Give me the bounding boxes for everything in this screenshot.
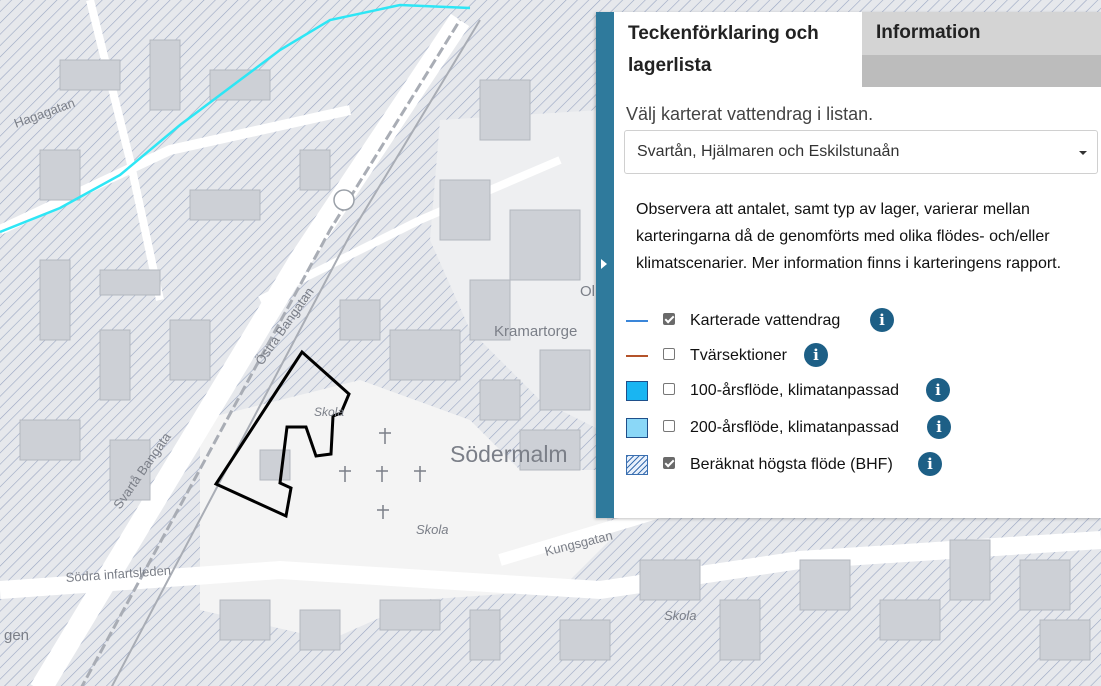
info-note: Observera att antalet, samt typ av lager… [636,201,1062,272]
layer-checkbox[interactable] [663,383,675,395]
line-symbol-icon [626,320,648,322]
map-label-ol: Ol [580,283,595,300]
map-label-kramartorget: Kramartorge [494,323,577,340]
fill-symbol-icon [626,418,648,438]
tab-legend[interactable]: Teckenförklaring och lagerlista [614,12,862,87]
layer-label: Karterade vattendrag [690,312,841,329]
select-label: Välj karterat vattendrag i listan. [626,104,874,124]
caret-down-icon [1079,151,1087,155]
select-value: Svartån, Hjälmaren och Eskilstunaån [637,143,900,160]
info-icon[interactable]: i [927,415,951,439]
map-label-skola: Skola [664,608,697,623]
layer-row: Karterade vattendrag i [626,308,1096,334]
tab-legend-label: Teckenförklaring och lagerlista [628,23,819,76]
watercourse-select[interactable]: Svartån, Hjälmaren och Eskilstunaån [624,130,1098,174]
fill-symbol-icon [626,381,648,401]
layer-checkbox[interactable] [663,420,675,432]
layer-label: Beräknat högsta flöde (BHF) [690,456,893,473]
layer-row: 100-årsflöde, klimatanpassad i [626,378,1096,404]
info-icon[interactable]: i [870,308,894,332]
tab-information-bottom [862,55,1101,87]
tab-information[interactable]: Information [862,12,1101,87]
info-icon[interactable]: i [926,378,950,402]
map-label-skola: Skola [314,405,344,419]
line-symbol-icon [626,355,648,357]
chevron-right-icon [601,259,607,269]
layer-checkbox[interactable] [663,313,675,325]
layer-checkbox[interactable] [663,457,675,469]
info-icon[interactable]: i [918,452,942,476]
map-label-skola: Skola [416,522,449,537]
panel-collapse-button[interactable] [596,12,614,518]
map-label-sodermalm: Södermalm [450,441,568,467]
layer-checkbox[interactable] [663,348,675,360]
layer-row: 200-årsflöde, klimatanpassad i [626,415,1096,441]
layer-label: 200-årsflöde, klimatanpassad [690,419,900,436]
layer-row: Beräknat högsta flöde (BHF) i [626,452,1096,478]
layer-label: Tvärsektioner [690,347,787,364]
legend-panel: Teckenförklaring och lagerlista Informat… [596,12,1101,518]
map-label-gen: gen [4,627,29,644]
layer-label: 100-årsflöde, klimatanpassad [690,382,900,399]
info-icon[interactable]: i [804,343,828,367]
hatch-symbol-icon [626,455,648,475]
layer-row: Tvärsektioner i [626,343,1096,369]
tab-information-label: Information [876,22,981,43]
roundabout [333,189,355,211]
